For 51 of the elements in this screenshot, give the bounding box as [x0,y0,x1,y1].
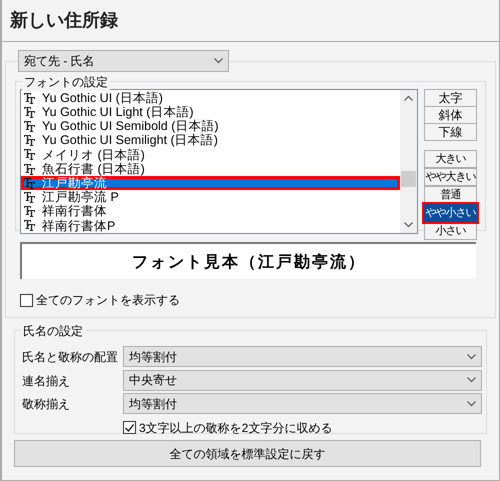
style-button[interactable]: 下線 [424,123,477,141]
font-type-icon [24,220,35,232]
scroll-up-icon[interactable] [404,95,413,101]
font-type-icon [24,135,35,146]
font-type-icon [24,178,35,189]
select-field[interactable]: 均等割付 [123,393,482,414]
checkbox-label: 3文字以上の敬称を2文字分に収める [139,420,332,436]
chevron-down-icon [467,400,476,406]
target-dropdown[interactable]: 宛て先 - 氏名 [18,50,229,72]
field-label: 敬称揃え [22,396,71,413]
font-type-icon [24,192,35,203]
checkbox[interactable] [123,421,136,434]
font-list-item[interactable]: 江戸勘亭流 [21,176,400,190]
font-type-icon [24,120,35,132]
reset-button[interactable]: 全ての領域を標準設定に戻す [14,440,481,467]
chevron-down-icon [214,58,223,64]
style-button[interactable]: 斜体 [424,106,477,124]
group-label: フォントの設定 [22,73,110,91]
size-button[interactable]: やや小さい [424,204,477,222]
font-type-icon [24,149,35,160]
scrollbar[interactable] [400,90,417,233]
font-list-item[interactable]: メイリオ (日本語) [21,148,400,162]
field-label: 連名揃え [22,372,71,390]
select-field[interactable]: 均等割付 [123,346,482,367]
font-list-item[interactable]: Yu Gothic UI Semibold (日本語) [21,119,400,134]
font-list-item[interactable]: 江戸勘亭流 P [21,190,400,204]
size-button[interactable]: やや大きい [424,168,477,186]
font-type-icon [24,106,35,118]
font-list-item[interactable]: Yu Gothic UI Semilight (日本語) [21,134,400,148]
scroll-down-icon[interactable] [404,222,413,228]
font-list-item[interactable]: Yu Gothic UI Light (日本語) [21,105,400,120]
font-type-icon [24,92,35,104]
size-button[interactable]: 大きい [424,150,477,168]
font-preview: フォント見本（江戸勘亭流） [20,242,476,279]
font-list[interactable]: Yu Gothic UI (日本語) Yu Gothic UI Light (日本語) Yu Gothic UI Semibold (日本語) Yu Gothic UI Semilight (日本語) メイリオ (日本語) 魚石行書 (日本語) 江戸勘亭流 江戸勘亭流 P 祥南行書体 祥南行書体P [20,89,418,234]
scroll-thumb[interactable] [401,171,416,187]
window-title: 新しい住所録 [10,9,118,32]
style-button[interactable]: 太字 [424,89,477,107]
checkbox[interactable] [20,294,33,306]
font-list-item[interactable]: 祥南行書体P [21,218,400,233]
chevron-down-icon [467,377,476,383]
checkbox-label: 全てのフォントを表示する [36,292,180,309]
select-field[interactable]: 中央寄せ [123,370,482,390]
font-type-icon [24,164,35,175]
font-list-item[interactable]: 祥南行書体 [21,204,400,219]
chevron-down-icon [467,354,476,360]
group-label: 氏名の設定 [21,322,85,340]
field-label: 氏名と敬称の配置 [22,349,119,366]
font-list-item[interactable]: 魚石行書 (日本語) [21,162,400,176]
font-type-icon [24,206,35,218]
font-list-item[interactable]: Yu Gothic UI (日本語) [21,91,400,106]
